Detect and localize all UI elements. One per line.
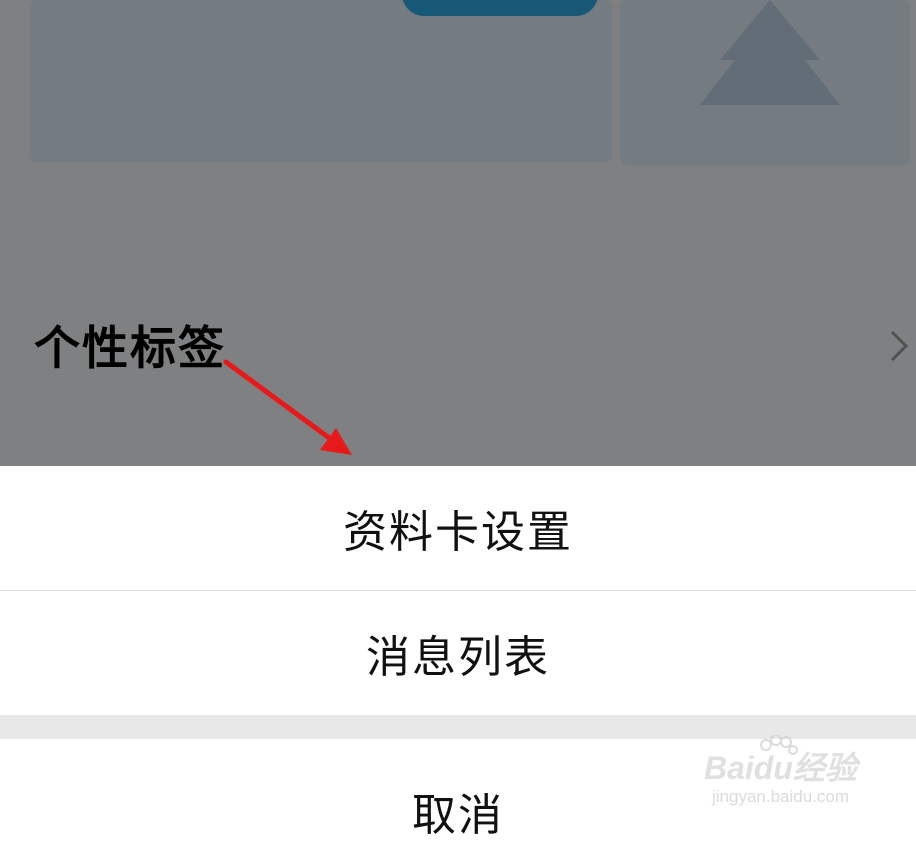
baidu-jingyan-watermark: Baidu经验 jingyan.baidu.com bbox=[700, 735, 900, 815]
profile-card-settings-option[interactable]: 资料卡设置 bbox=[0, 466, 916, 590]
watermark-brand: Baidu经验 bbox=[704, 750, 857, 786]
modal-dim-overlay[interactable] bbox=[0, 0, 916, 466]
watermark-url: jingyan.baidu.com bbox=[712, 787, 850, 806]
message-list-option[interactable]: 消息列表 bbox=[0, 591, 916, 715]
